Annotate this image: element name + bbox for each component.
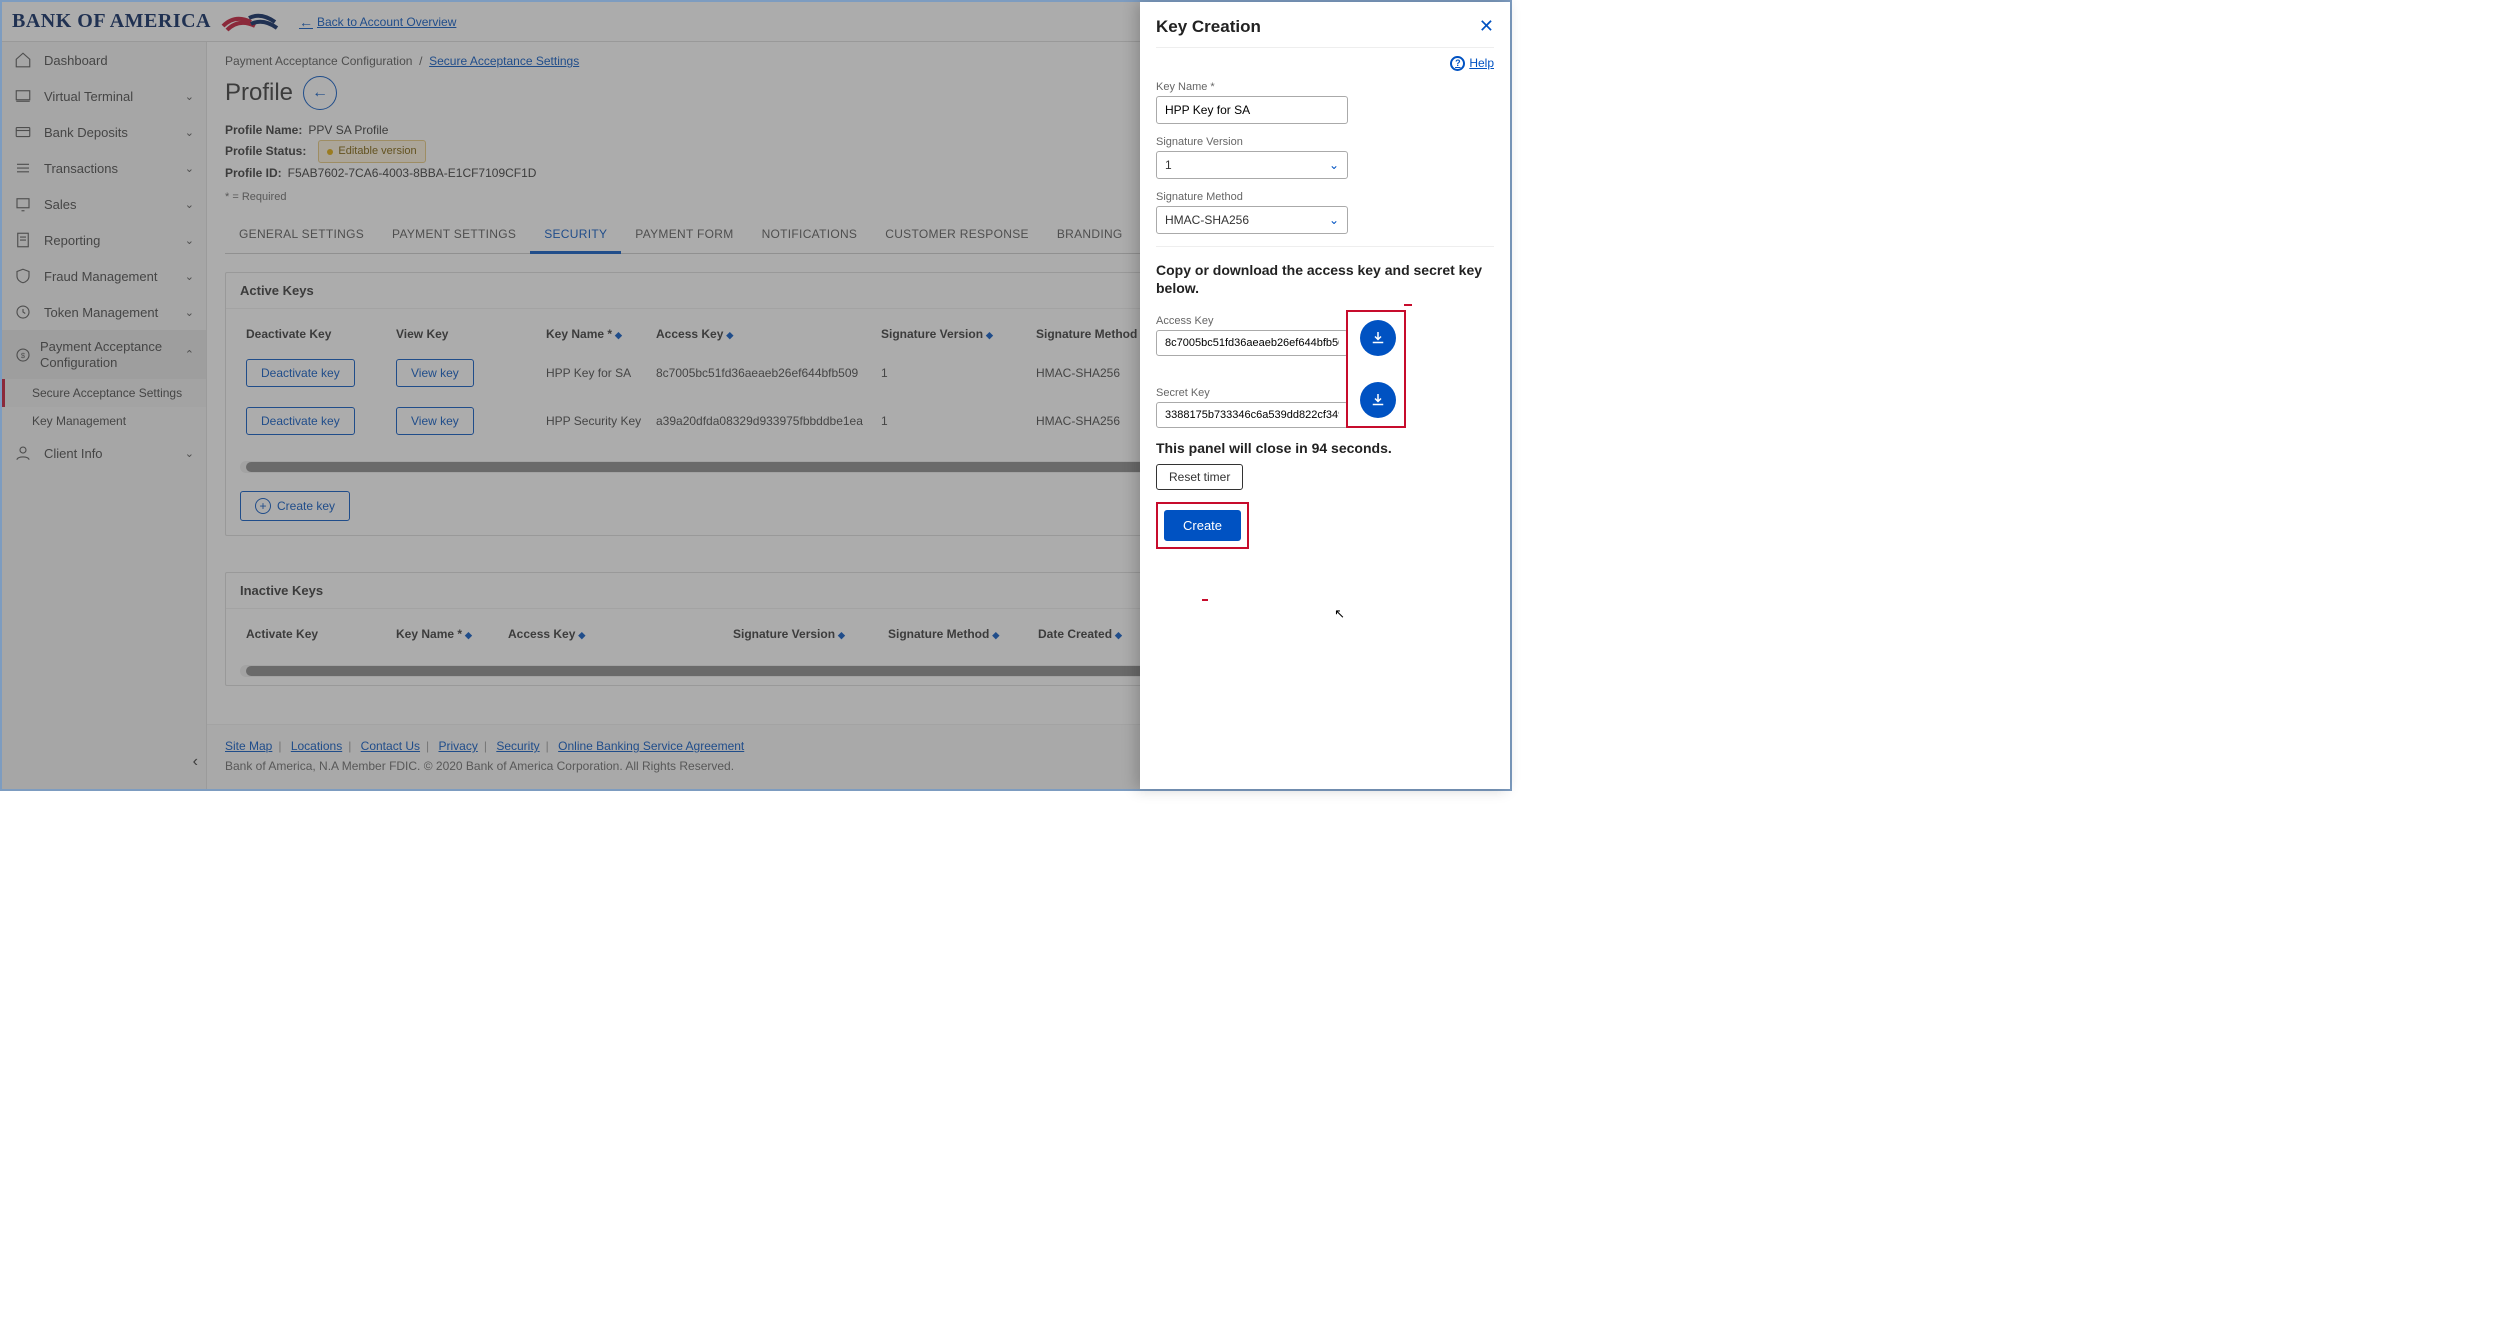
create-button[interactable]: Create	[1164, 510, 1241, 541]
chevron-down-icon: ⌄	[1329, 213, 1339, 227]
drawer-title: Key Creation	[1156, 17, 1261, 37]
sigmethod-select[interactable]: HMAC-SHA256 ⌄	[1156, 206, 1348, 234]
modal-overlay	[2, 2, 1140, 789]
key-creation-drawer: Key Creation ✕ ? Help Key Name * Signatu…	[1140, 2, 1510, 789]
download-secret-key-button[interactable]	[1360, 382, 1396, 418]
sigver-select[interactable]: 1 ⌄	[1156, 151, 1348, 179]
help-link-text: Help	[1469, 56, 1494, 70]
sigmethod-value: HMAC-SHA256	[1165, 213, 1249, 227]
access-key-label: Access Key	[1156, 315, 1348, 327]
help-circle-icon: ?	[1450, 56, 1465, 71]
copy-instructions: Copy or download the access key and secr…	[1156, 261, 1494, 299]
annotation-mark	[1202, 599, 1208, 601]
secret-key-label: Secret Key	[1156, 387, 1348, 399]
download-access-key-button[interactable]	[1360, 320, 1396, 356]
secret-key-input[interactable]	[1156, 402, 1348, 428]
reset-timer-button[interactable]: Reset timer	[1156, 464, 1243, 490]
key-name-label: Key Name *	[1156, 81, 1494, 93]
chevron-down-icon: ⌄	[1329, 158, 1339, 172]
sigver-label: Signature Version	[1156, 136, 1494, 148]
help-link[interactable]: ? Help	[1450, 56, 1494, 71]
sigver-value: 1	[1165, 158, 1172, 172]
cursor-icon: ↖	[1334, 606, 1345, 622]
sigmethod-label: Signature Method	[1156, 191, 1494, 203]
key-name-input[interactable]	[1156, 96, 1348, 124]
close-icon[interactable]: ✕	[1479, 16, 1494, 37]
timer-text: This panel will close in 94 seconds.	[1156, 440, 1494, 456]
access-key-input[interactable]	[1156, 330, 1348, 356]
